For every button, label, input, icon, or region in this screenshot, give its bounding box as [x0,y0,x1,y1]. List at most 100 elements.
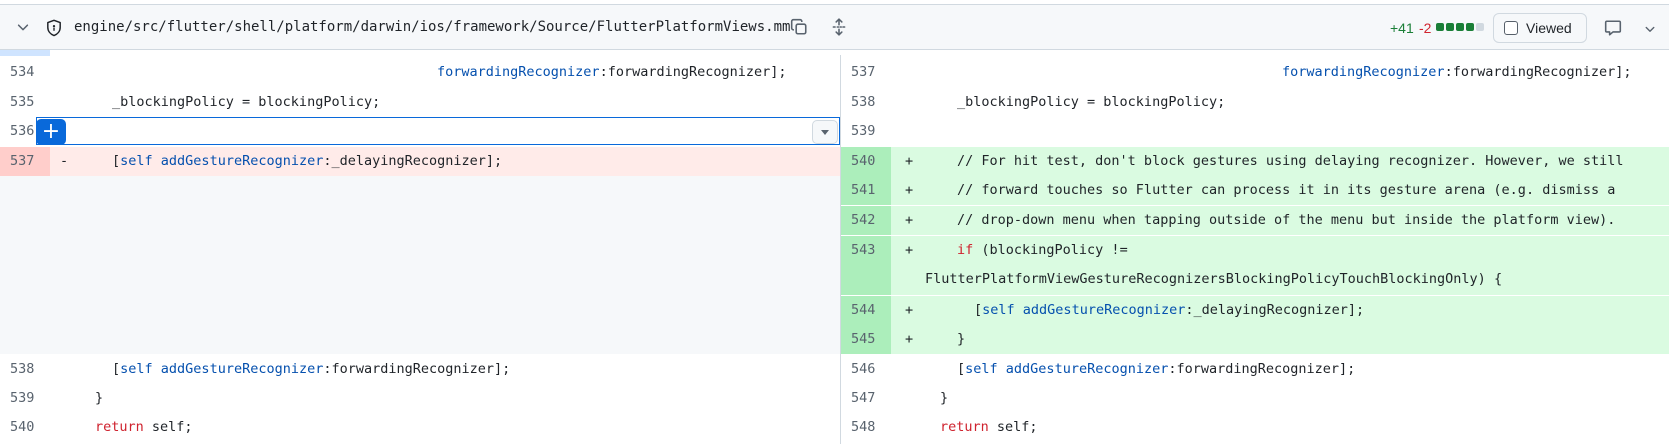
diffstat-block [1466,23,1474,31]
code-token: _blockingPolicy = blockingPolicy; [957,94,1226,110]
deletion-marker: - [60,153,69,169]
code-token: FlutterPlatformViewGestureRecognizersBlo… [925,271,1503,287]
code-token: :_delayingRecognizer]; [323,153,503,169]
empty-placeholder [0,176,840,354]
addition-marker: + [905,302,914,318]
code-token: addGestureRecognizer [1005,361,1169,377]
line-number[interactable]: 542 [841,206,891,235]
code-token: addGestureRecognizer [1022,302,1186,318]
shield-icon [44,18,64,38]
line-number[interactable]: 537 [0,147,50,176]
code-token: self [982,302,1015,318]
file-header: engine/src/flutter/shell/platform/darwin… [0,4,1669,50]
additions-count: +41 [1390,20,1414,36]
code-token: self; [143,419,193,435]
line-number[interactable]: 547 [841,384,891,413]
diffstat-block [1476,23,1484,31]
diff-line-left: 538 [self addGestureRecognizer:forwardin… [0,355,840,384]
addition-marker: + [905,182,914,198]
line-number[interactable]: 545 [841,325,891,354]
diffstat-block [1446,23,1454,31]
chevron-down-icon [17,24,29,31]
line-number[interactable]: 539 [0,384,50,413]
line-number[interactable]: 534 [0,58,50,87]
viewed-checkbox[interactable] [1504,21,1518,35]
code-token: return [95,419,144,435]
add-comment-button[interactable]: + [36,119,66,145]
code-token: self; [988,419,1038,435]
collapse-file-button[interactable] [12,15,34,39]
addition-marker: + [905,331,914,347]
line-number[interactable]: 548 [841,413,891,442]
line-number[interactable]: 538 [841,88,891,117]
hunk-indicator [0,50,50,56]
added-line: 544 + [self addGestureRecognizer:_delayi… [841,296,1669,325]
line-selection-outline [36,117,840,145]
code-token: :_delayingRecognizer]; [1185,302,1365,318]
added-line: 545 + } [841,325,1669,354]
deletions-count: -2 [1419,20,1432,36]
line-number[interactable]: 540 [841,147,891,176]
line-number[interactable]: 544 [841,296,891,325]
line-number[interactable]: 540 [0,413,50,442]
code-token: :forwardingRecognizer]; [599,64,787,80]
addition-marker: + [905,242,914,258]
code-token: self [120,361,153,377]
diff-line-right: 547 } [841,384,1669,413]
code-token: forwardingRecognizer [437,64,600,80]
line-number[interactable]: 539 [841,117,891,146]
comment-icon [1604,20,1622,36]
code-token: addGestureRecognizer [160,153,324,169]
diff-line-left: 539 } [0,384,840,413]
line-options-button[interactable] [812,120,838,144]
comment-button[interactable] [1600,15,1626,41]
line-number[interactable]: 537 [841,58,891,87]
code-token: (blockingPolicy != [973,242,1128,258]
diff-line-right: 548 return self; [841,413,1669,442]
code-token: addGestureRecognizer [160,361,324,377]
code-token: forwardingRecognizer [1282,64,1445,80]
viewed-toggle[interactable]: Viewed [1493,13,1587,43]
added-line: 540 + // For hit test, don't block gestu… [841,147,1669,176]
code-token: self [120,153,153,169]
code-comment: // For hit test, don't block gestures us… [957,153,1624,169]
code-token: :forwardingRecognizer]; [1444,64,1632,80]
diffstat-bar [1436,23,1484,31]
diff-line-right: 539 [841,117,1669,146]
line-number[interactable]: 543 [841,236,891,295]
code-token: self [965,361,998,377]
expand-all-button[interactable] [826,14,852,40]
line-number[interactable]: 541 [841,176,891,205]
added-line: 543 + if (blockingPolicy != FlutterPlatf… [841,236,1669,295]
deleted-line: 537 - [self addGestureRecognizer:_delayi… [0,147,840,176]
triangle-down-icon [821,130,829,135]
diff-line-left: 534 forwardingRecognizer:forwardingRecog… [0,58,840,87]
diff-line-right: 537 forwardingRecognizer:forwardingRecog… [841,58,1669,87]
line-number[interactable]: 546 [841,355,891,384]
line-number[interactable]: 535 [0,88,50,117]
added-line: 541 + // forward touches so Flutter can … [841,176,1669,205]
code-token: if [957,242,974,258]
code-token: [ [957,361,966,377]
diffstat-block [1436,23,1444,31]
file-path[interactable]: engine/src/flutter/shell/platform/darwin… [74,19,790,35]
viewed-label: Viewed [1526,20,1572,36]
code-token: } [940,390,949,406]
addition-marker: + [905,153,914,169]
code-token: [ [112,153,121,169]
line-number[interactable]: 538 [0,355,50,384]
unfold-icon [832,18,846,36]
diffstat-block [1456,23,1464,31]
copy-path-button[interactable] [786,14,812,40]
diff-line-left: 540 return self; [0,413,840,442]
code-token: } [957,331,966,347]
code-token: return [940,419,989,435]
code-token: [ [974,302,983,318]
addition-marker: + [905,212,914,228]
code-comment: // drop-down menu when tapping outside o… [957,212,1616,228]
code-token: [ [112,361,121,377]
chevron-down-icon [1645,26,1655,32]
diff-line-right: 546 [self addGestureRecognizer:forwardin… [841,355,1669,384]
file-options-button[interactable] [1640,19,1660,39]
added-line: 542 + // drop-down menu when tapping out… [841,206,1669,235]
